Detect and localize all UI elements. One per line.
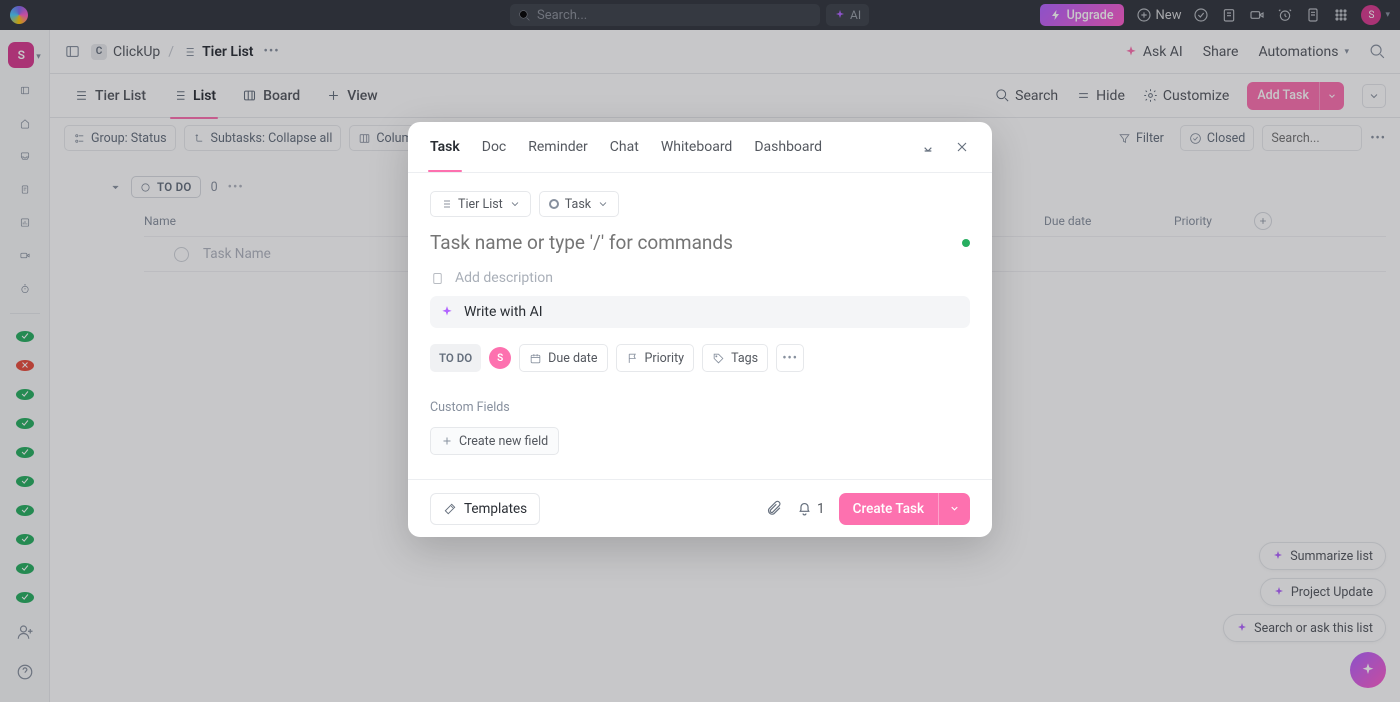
write-with-ai-button[interactable]: Write with AI <box>430 296 970 328</box>
tags-chip[interactable]: Tags <box>702 344 768 372</box>
attachment-icon[interactable] <box>765 500 782 517</box>
modal-type-picker[interactable]: Task <box>539 191 619 217</box>
chevron-down-icon[interactable] <box>938 493 970 525</box>
open-indicator-icon <box>962 239 970 247</box>
due-date-chip[interactable]: Due date <box>519 344 607 372</box>
modal-tab-chat[interactable]: Chat <box>610 122 639 172</box>
modal-location-picker[interactable]: Tier List <box>430 191 531 217</box>
modal-tab-whiteboard[interactable]: Whiteboard <box>661 122 733 172</box>
modal-footer: Templates 1 Create Task <box>408 479 992 537</box>
calendar-icon <box>529 352 542 365</box>
create-task-modal: Task Doc Reminder Chat Whiteboard Dashbo… <box>408 122 992 537</box>
close-icon[interactable] <box>954 139 970 155</box>
create-task-button[interactable]: Create Task <box>839 493 970 525</box>
modal-tab-dashboard[interactable]: Dashboard <box>754 122 822 172</box>
status-chip[interactable]: TO DO <box>430 344 481 372</box>
modal-tab-reminder[interactable]: Reminder <box>528 122 588 172</box>
add-description-button[interactable]: Add description <box>430 270 970 286</box>
minimize-icon[interactable] <box>920 139 936 155</box>
modal-tab-doc[interactable]: Doc <box>482 122 507 172</box>
modal-tabs: Task Doc Reminder Chat Whiteboard Dashbo… <box>408 122 992 172</box>
chevron-down-icon <box>509 198 521 210</box>
custom-fields-label: Custom Fields <box>430 400 970 415</box>
doc-icon <box>430 271 445 286</box>
flag-icon <box>626 352 639 365</box>
chevron-down-icon <box>597 198 609 210</box>
status-circle-icon <box>549 199 559 209</box>
modal-tab-task[interactable]: Task <box>430 122 460 172</box>
wand-icon <box>443 502 457 516</box>
more-chips-button[interactable]: ••• <box>776 344 804 372</box>
tag-icon <box>712 352 725 365</box>
priority-chip[interactable]: Priority <box>616 344 695 372</box>
task-name-input[interactable] <box>430 231 952 254</box>
watchers-button[interactable]: 1 <box>796 500 825 517</box>
plus-icon <box>441 435 453 447</box>
sparkle-icon <box>440 305 454 319</box>
modal-overlay[interactable]: Task Doc Reminder Chat Whiteboard Dashbo… <box>0 0 1400 702</box>
bell-icon <box>796 500 813 517</box>
assignee-chip[interactable]: S <box>489 347 511 369</box>
list-icon <box>440 198 452 210</box>
templates-button[interactable]: Templates <box>430 493 540 525</box>
create-field-button[interactable]: Create new field <box>430 427 559 455</box>
